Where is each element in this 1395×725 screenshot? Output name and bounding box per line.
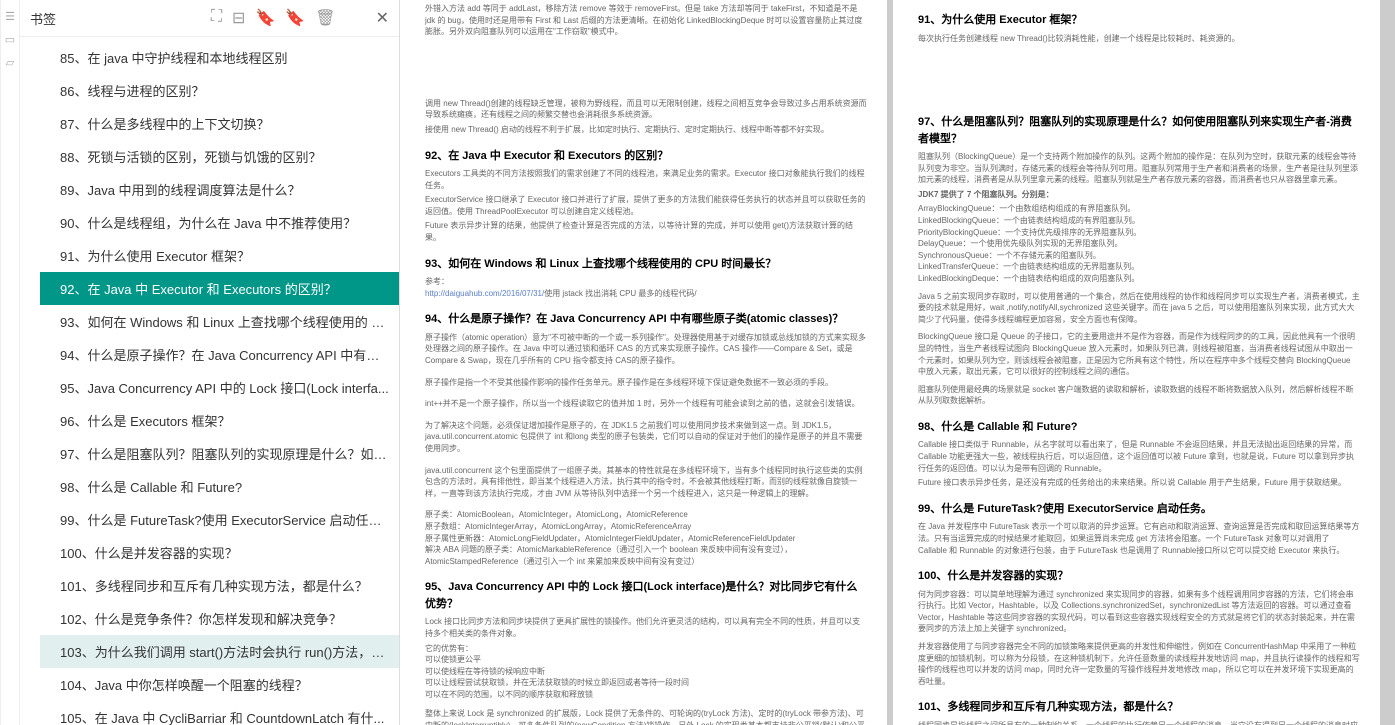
reference-link[interactable]: http://daiguahub.com/2016/07/31/	[425, 289, 544, 298]
paragraph: Callable 接口类似于 Runnable，从名字就可以看出来了，但是 Ru…	[918, 439, 1360, 474]
paragraph: int++并不是一个原子操作，所以当一个线程读取它的值并加 1 时，另外一个线程…	[425, 398, 867, 410]
page-left: 外错入方法 add 等同于 addLast，移除方法 remove 等效于 re…	[400, 0, 887, 725]
paragraph: 接使用 new Thread() 启动的线程不利于扩展，比如定时执行、定期执行、…	[425, 124, 867, 136]
toc-item-97[interactable]: 97、什么是阻塞队列？阻塞队列的实现原理是什么？如何...	[40, 437, 399, 470]
paragraph: 整体上来说 Lock 是 synchronized 的扩展版，Lock 提供了无…	[425, 708, 867, 725]
paragraph: ExecutorService 接口继承了 Executor 接口并进行了扩展，…	[425, 194, 867, 217]
toc-item-103[interactable]: 103、为什么我们调用 start()方法时会执行 run()方法，为...	[40, 635, 399, 668]
heading: 95、Java Concurrency API 中的 Lock 接口(Lock …	[425, 579, 867, 612]
toc-item-94[interactable]: 94、什么是原子操作？在 Java Concurrency API 中有哪...	[40, 338, 399, 371]
paragraph: ArrayBlockingQueue：一个由数组结构组成的有界阻塞队列。 Lin…	[918, 203, 1360, 284]
toc-item-96[interactable]: 96、什么是 Executors 框架？	[40, 404, 399, 437]
paragraph: 并发容器使用了与同步容器完全不同的加锁策略来提供更高的并发性和伸缩性，例如在 C…	[918, 641, 1360, 687]
heading: 101、多线程同步和互斥有几种实现方法，都是什么？	[918, 699, 1360, 716]
toc-item-102[interactable]: 102、什么是竞争条件？你怎样发现和解决竞争？	[40, 602, 399, 635]
toc-item-105[interactable]: 105、在 Java 中 CycliBarriar 和 CountdownLat…	[40, 701, 399, 725]
heading: 99、什么是 FutureTask?使用 ExecutorService 启动任…	[918, 501, 1360, 518]
toc-item-104[interactable]: 104、Java 中你怎样唤醒一个阻塞的线程？	[40, 668, 399, 701]
sidebar-header: 书签 ⛶ ⊟ 🔖 🔖 🗑 ✕	[20, 0, 399, 37]
collapse-icon[interactable]: ⊟	[232, 8, 245, 28]
paragraph: 它的优势有： 可以使锁更公平 可以使线程在等待锁的候响应中断 可以让线程尝试获取…	[425, 643, 867, 701]
bookmark-list[interactable]: 85、在 java 中守护线程和本地线程区别86、线程与进程的区别？87、什么是…	[20, 37, 399, 725]
paragraph: Future 接口表示异步任务，是还没有完成的任务给出的未来结果。所以说 Cal…	[918, 477, 1360, 489]
paragraph: java.util.concurrent 这个包里面提供了一组原子类。其基本的特…	[425, 465, 867, 500]
paragraph: 原子类：AtomicBoolean，AtomicInteger，AtomicLo…	[425, 509, 867, 567]
paragraph: 外错入方法 add 等同于 addLast，移除方法 remove 等效于 re…	[425, 3, 867, 38]
toc-item-100[interactable]: 100、什么是并发容器的实现？	[40, 536, 399, 569]
toc-item-87[interactable]: 87、什么是多线程中的上下文切换？	[40, 107, 399, 140]
paragraph: BlockingQueue 接口是 Queue 的子接口，它的主要用途并不是作为…	[918, 331, 1360, 377]
toc-item-91[interactable]: 91、为什么使用 Executor 框架？	[40, 239, 399, 272]
page-right: 91、为什么使用 Executor 框架？ 每次执行任务创建线程 new Thr…	[893, 0, 1380, 725]
sidebar-title: 书签	[30, 9, 56, 28]
page-icon[interactable]: ▱	[6, 56, 14, 69]
toc-item-95[interactable]: 95、Java Concurrency API 中的 Lock 接口(Lock …	[40, 371, 399, 404]
bookmark-add-icon[interactable]: 🔖	[255, 8, 275, 28]
paragraph: 参考：http://daiguahub.com/2016/07/31/使用 js…	[425, 276, 867, 299]
heading: 92、在 Java 中 Executor 和 Executors 的区别？	[425, 148, 867, 165]
heading: 93、如何在 Windows 和 Linux 上查找哪个线程使用的 CPU 时间…	[425, 256, 867, 273]
toc-item-85[interactable]: 85、在 java 中守护线程和本地线程区别	[40, 41, 399, 74]
left-rail: ☰ ▭ ▱	[0, 0, 20, 725]
paragraph: Executors 工具类的不同方法按照我们的需求创建了不同的线程池，来满足业务…	[425, 168, 867, 191]
menu-icon[interactable]: ☰	[5, 10, 15, 23]
paragraph: 线程同步是指线程之间所具有的一种制约关系，一个线程的执行依赖另一个线程的消息，当…	[918, 720, 1360, 725]
paragraph: 原子操作（atomic operation）意为"不可被中断的一个或一系列操作"…	[425, 332, 867, 367]
bookmark-sidebar: 书签 ⛶ ⊟ 🔖 🔖 🗑 ✕ 85、在 java 中守护线程和本地线程区别86、…	[20, 0, 400, 725]
heading: 91、为什么使用 Executor 框架？	[918, 12, 1360, 29]
toc-item-92[interactable]: 92、在 Java 中 Executor 和 Executors 的区别？	[40, 272, 399, 305]
paragraph: 每次执行任务创建线程 new Thread()比较消耗性能，创建一个线程是比较耗…	[918, 33, 1360, 45]
heading: 98、什么是 Callable 和 Future?	[918, 419, 1360, 436]
toc-item-101[interactable]: 101、多线程同步和互斥有几种实现方法，都是什么？	[40, 569, 399, 602]
expand-icon[interactable]: ⛶	[211, 8, 222, 28]
paragraph: 为了解决这个问题，必须保证增加操作是原子的，在 JDK1.5 之前我们可以使用同…	[425, 420, 867, 455]
paragraph: 何为同步容器：可以简单地理解为通过 synchronized 来实现同步的容器，…	[918, 589, 1360, 635]
close-icon[interactable]: ✕	[376, 8, 389, 28]
paragraph: JDK7 提供了 7 个阻塞队列。分别是：	[918, 189, 1360, 201]
toc-item-89[interactable]: 89、Java 中用到的线程调度算法是什么？	[40, 173, 399, 206]
heading: 97、什么是阻塞队列？阻塞队列的实现原理是什么？如何使用阻塞队列来实现生产者-消…	[918, 114, 1360, 147]
paragraph: Java 5 之前实现同步存取时，可以使用普通的一个集合，然后在使用线程的协作和…	[918, 291, 1360, 326]
toc-item-88[interactable]: 88、死锁与活锁的区别，死锁与饥饿的区别？	[40, 140, 399, 173]
toc-item-98[interactable]: 98、什么是 Callable 和 Future?	[40, 470, 399, 503]
trash-icon[interactable]: 🗑	[315, 8, 335, 28]
bookmark-sub-icon[interactable]: 🔖	[285, 8, 305, 28]
paragraph: 原子操作是指一个不受其他操作影响的操作任务单元。原子操作是在多线程环境下保证避免…	[425, 377, 867, 389]
document-content: 外错入方法 add 等同于 addLast，移除方法 remove 等效于 re…	[400, 0, 1395, 725]
heading: 94、什么是原子操作？在 Java Concurrency API 中有哪些原子…	[425, 311, 867, 328]
heading: 100、什么是并发容器的实现？	[918, 568, 1360, 585]
paragraph: 调用 new Thread()创建的线程缺乏管理，被称为野线程，而且可以无限制创…	[425, 98, 867, 121]
paragraph: 阻塞队列使用最经典的场景就是 socket 客户端数据的读取和解析，读取数据的线…	[918, 384, 1360, 407]
paragraph: Lock 接口比同步方法和同步块提供了更具扩展性的锁操作。他们允许更灵活的结构，…	[425, 616, 867, 639]
toc-item-90[interactable]: 90、什么是线程组，为什么在 Java 中不推荐使用？	[40, 206, 399, 239]
paragraph: 阻塞队列（BlockingQueue）是一个支持两个附加操作的队列。这两个附加的…	[918, 151, 1360, 186]
toc-item-93[interactable]: 93、如何在 Windows 和 Linux 上查找哪个线程使用的 C...	[40, 305, 399, 338]
doc-icon[interactable]: ▭	[5, 33, 15, 46]
paragraph: 在 Java 并发程序中 FutureTask 表示一个可以取消的异步运算。它有…	[918, 521, 1360, 556]
toc-item-86[interactable]: 86、线程与进程的区别？	[40, 74, 399, 107]
paragraph: Future 表示异步计算的结果，他提供了检查计算是否完成的方法，以等待计算的完…	[425, 220, 867, 243]
toc-item-99[interactable]: 99、什么是 FutureTask?使用 ExecutorService 启动任…	[40, 503, 399, 536]
